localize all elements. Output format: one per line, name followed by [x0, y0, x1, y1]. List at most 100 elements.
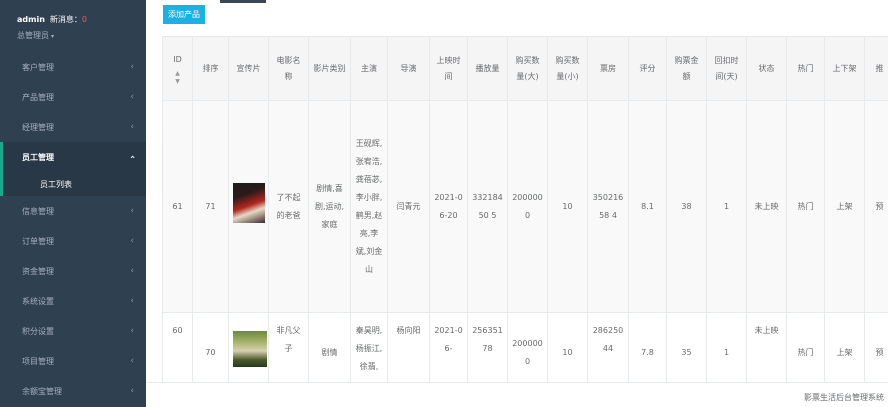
sidebar: admin 新消息：0 总管理员 ▾ 客户管理 ‹ 产品管理 ‹ 经理管理 ‹ 员工管理 ‹…	[0, 0, 146, 407]
username: admin	[17, 15, 45, 24]
sidebar-item-manager[interactable]: 经理管理 ‹	[0, 112, 146, 142]
sidebar-item-customer[interactable]: 客户管理 ‹	[0, 52, 146, 82]
table-header-row: ID ▲ ▼ 排序 宣传片 电影名称 影片类别 主演 导演 上映时间 播放量 购买数…	[162, 36, 888, 101]
table-header: ID ▲ ▼ 排序 宣传片 电影名称 影片类别 主演 导演 上映时间 播放量 购买数…	[162, 36, 888, 101]
sidebar-item-label: 余额宝管理	[22, 386, 62, 396]
cell-director: 杨向阳	[387, 312, 430, 382]
sidebar-menu: 客户管理 ‹ 产品管理 ‹ 经理管理 ‹ 员工管理 ‹ 员工列表 信息管理 ‹ 订单管理 ‹…	[0, 52, 146, 406]
cell-rating: 8.1	[628, 100, 667, 313]
cell-sort: 70	[192, 312, 229, 382]
cell-release: 2021-06-20	[429, 100, 468, 313]
sidebar-item-label: 员工管理	[22, 152, 54, 162]
cell-hot: 热门	[786, 100, 825, 313]
user-box: admin 新消息：0 总管理员 ▾	[0, 0, 146, 52]
app-root: admin 新消息：0 总管理员 ▾ 客户管理 ‹ 产品管理 ‹ 经理管理 ‹ 员工管理 ‹…	[0, 0, 888, 407]
sidebar-item-label: 订单管理	[22, 236, 54, 246]
col-header-actors: 主演	[350, 36, 388, 101]
cell-actors: 王砚辉,张宥浩,龚蓓苾,李小胖,鹤男,赵亮,李斌,刘金山	[350, 100, 388, 313]
cell-extra: 预	[864, 100, 888, 313]
chevron-left-icon: ‹	[130, 236, 134, 246]
caret-down-icon: ▾	[51, 33, 55, 40]
sidebar-item-balance[interactable]: 余额宝管理 ‹	[0, 376, 146, 406]
cell-box-office: 28625044	[587, 312, 629, 382]
role-dropdown[interactable]: 总管理员 ▾	[17, 30, 146, 41]
footer: 影票生活后台管理系统	[146, 382, 888, 407]
cell-poster	[228, 100, 269, 313]
col-header-rating: 评分	[628, 36, 667, 101]
col-header-category: 影片类别	[308, 36, 351, 101]
chevron-left-icon: ‹	[130, 296, 134, 306]
cell-buy-big: 2000000	[507, 312, 548, 382]
table-row[interactable]: 61 71 了不起的老爸 剧情,喜剧,运动,家庭 王砚辉,张宥浩,龚蓓苾,李小胖…	[162, 100, 888, 313]
cell-hot: 热门	[786, 312, 825, 382]
product-table: ID ▲ ▼ 排序 宣传片 电影名称 影片类别 主演 导演 上映时间 播放量 购买数…	[162, 36, 888, 382]
sidebar-item-funds[interactable]: 资金管理 ‹	[0, 256, 146, 286]
notice-count[interactable]: 0	[82, 15, 87, 24]
chevron-left-icon: ‹	[130, 266, 134, 276]
sidebar-item-order[interactable]: 订单管理 ‹	[0, 226, 146, 256]
cell-shelf: 上架	[824, 312, 865, 382]
col-header-movie-name: 电影名称	[268, 36, 309, 101]
col-header-id[interactable]: ID ▲ ▼	[162, 36, 193, 101]
table-body: 61 71 了不起的老爸 剧情,喜剧,运动,家庭 王砚辉,张宥浩,龚蓓苾,李小胖…	[162, 100, 888, 382]
cell-status: 未上映	[746, 100, 787, 313]
cell-buy-small: 10	[547, 100, 588, 313]
poster-image[interactable]	[233, 331, 267, 367]
sidebar-item-label: 系统设置	[22, 296, 54, 306]
cell-rebate-days: 1	[706, 100, 747, 313]
sidebar-item-staff[interactable]: 员工管理 ‹	[0, 142, 146, 172]
cell-buy-big: 2000000	[507, 100, 548, 313]
cell-category: 剧情	[308, 312, 351, 382]
chevron-left-icon: ‹	[130, 62, 134, 72]
submenu-item-staff-list[interactable]: 员工列表	[0, 172, 146, 196]
cell-status: 未上映	[746, 312, 787, 382]
main-content: 添加产品 ID ▲ ▼ 排序 宣传片 电影名称 影片类别 主演 导演 上映时间 …	[146, 0, 888, 407]
sidebar-item-info[interactable]: 信息管理 ‹	[0, 196, 146, 226]
sidebar-item-label: 经理管理	[22, 122, 54, 132]
footer-text: 影票生活后台管理系统	[804, 393, 884, 402]
cell-director: 闫青元	[387, 100, 430, 313]
active-tab-indicator	[220, 0, 266, 3]
col-header-plays: 播放量	[467, 36, 508, 101]
cell-rebate-days: 1	[706, 312, 747, 382]
sidebar-item-points[interactable]: 积分设置 ‹	[0, 316, 146, 346]
role-label: 总管理员	[17, 31, 49, 40]
col-header-buy-small: 购买数量(小)	[547, 36, 588, 101]
sidebar-item-project[interactable]: 项目管理 ‹	[0, 346, 146, 376]
cell-plays: 33218450 5	[467, 100, 508, 313]
col-header-shelf: 上下架	[824, 36, 865, 101]
sidebar-item-product[interactable]: 产品管理 ‹	[0, 82, 146, 112]
sidebar-item-label: 积分设置	[22, 326, 54, 336]
submenu-item-label: 员工列表	[40, 179, 72, 189]
col-header-director: 导演	[387, 36, 430, 101]
cell-release: 2021-06-	[429, 312, 468, 382]
chevron-down-icon: ‹	[127, 155, 138, 159]
cell-plays: 25635178	[467, 312, 508, 382]
cell-poster	[228, 312, 269, 382]
chevron-left-icon: ‹	[130, 122, 134, 132]
product-table-container[interactable]: ID ▲ ▼ 排序 宣传片 电影名称 影片类别 主演 导演 上映时间 播放量 购买数…	[162, 36, 888, 382]
sidebar-item-label: 产品管理	[22, 92, 54, 102]
cell-buy-small: 10	[547, 312, 588, 382]
cell-rating: 7.8	[628, 312, 667, 382]
col-header-rebate-days: 回扣时间(天)	[706, 36, 747, 101]
col-header-sort: 排序	[192, 36, 229, 101]
poster-image[interactable]	[233, 183, 265, 223]
cell-price: 35	[666, 312, 707, 382]
chevron-left-icon: ‹	[130, 206, 134, 216]
sidebar-item-label: 资金管理	[22, 266, 54, 276]
col-header-box-office: 票房	[587, 36, 629, 101]
notice-label[interactable]: 新消息：	[50, 15, 82, 24]
cell-price: 38	[666, 100, 707, 313]
col-header-buy-big: 购买数量(大)	[507, 36, 548, 101]
sidebar-item-system[interactable]: 系统设置 ‹	[0, 286, 146, 316]
cell-sort: 71	[192, 100, 229, 313]
cell-movie-name: 了不起的老爸	[268, 100, 309, 313]
sidebar-item-label: 项目管理	[22, 356, 54, 366]
add-product-button[interactable]: 添加产品	[163, 5, 205, 24]
table-row[interactable]: 60 70 非凡父子 剧情 秦昊明,杨振江,徐翡, 杨向阳 2021-06- 2…	[162, 312, 888, 382]
sort-icon[interactable]: ▲ ▼	[167, 70, 188, 86]
col-header-poster: 宣传片	[228, 36, 269, 101]
chevron-left-icon: ‹	[130, 92, 134, 102]
chevron-left-icon: ‹	[130, 356, 134, 366]
